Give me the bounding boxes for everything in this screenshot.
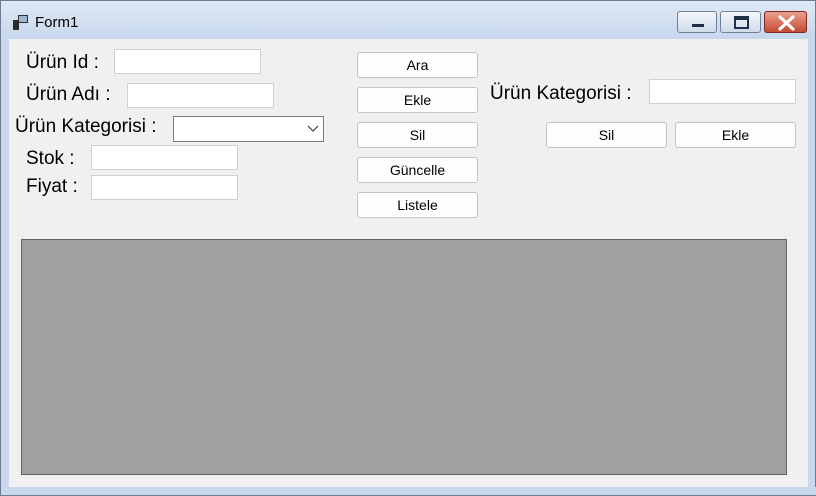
maximize-button[interactable] [720,11,761,33]
product-name-input[interactable] [127,83,274,108]
price-input[interactable] [91,175,238,200]
title-bar[interactable]: Form1 [1,1,815,39]
data-grid[interactable] [21,239,787,475]
window-frame-right [808,39,815,489]
window-frame-bottom [1,487,816,495]
minimize-button[interactable] [677,11,717,33]
app-icon [13,15,28,30]
window-title: Form1 [35,14,79,31]
delete-button[interactable]: Sil [357,122,478,148]
product-id-label: Ürün Id : [26,52,99,73]
product-category-combo[interactable] [173,116,324,142]
window-frame-left [1,39,9,489]
close-icon [778,15,795,31]
main-window: Form1 Ürün Id : Ürün Adı : Ürün Kategori… [0,0,816,496]
search-button[interactable]: Ara [357,52,478,78]
product-name-label: Ürün Adı : [26,84,111,105]
minimize-icon [692,24,704,27]
update-button[interactable]: Güncelle [357,157,478,183]
add-button[interactable]: Ekle [357,87,478,113]
list-button[interactable]: Listele [357,192,478,218]
category-add-button[interactable]: Ekle [675,122,796,148]
close-button[interactable] [764,11,807,33]
stock-input[interactable] [91,145,238,170]
chevron-down-icon [307,125,319,132]
product-category-label: Ürün Kategorisi : [15,116,157,137]
category-name-input[interactable] [649,79,796,104]
product-id-input[interactable] [114,49,261,74]
stock-label: Stok : [26,148,75,169]
price-label: Fiyat : [26,176,78,197]
category-panel-label: Ürün Kategorisi : [490,83,632,104]
category-delete-button[interactable]: Sil [546,122,667,148]
maximize-icon [734,16,749,29]
